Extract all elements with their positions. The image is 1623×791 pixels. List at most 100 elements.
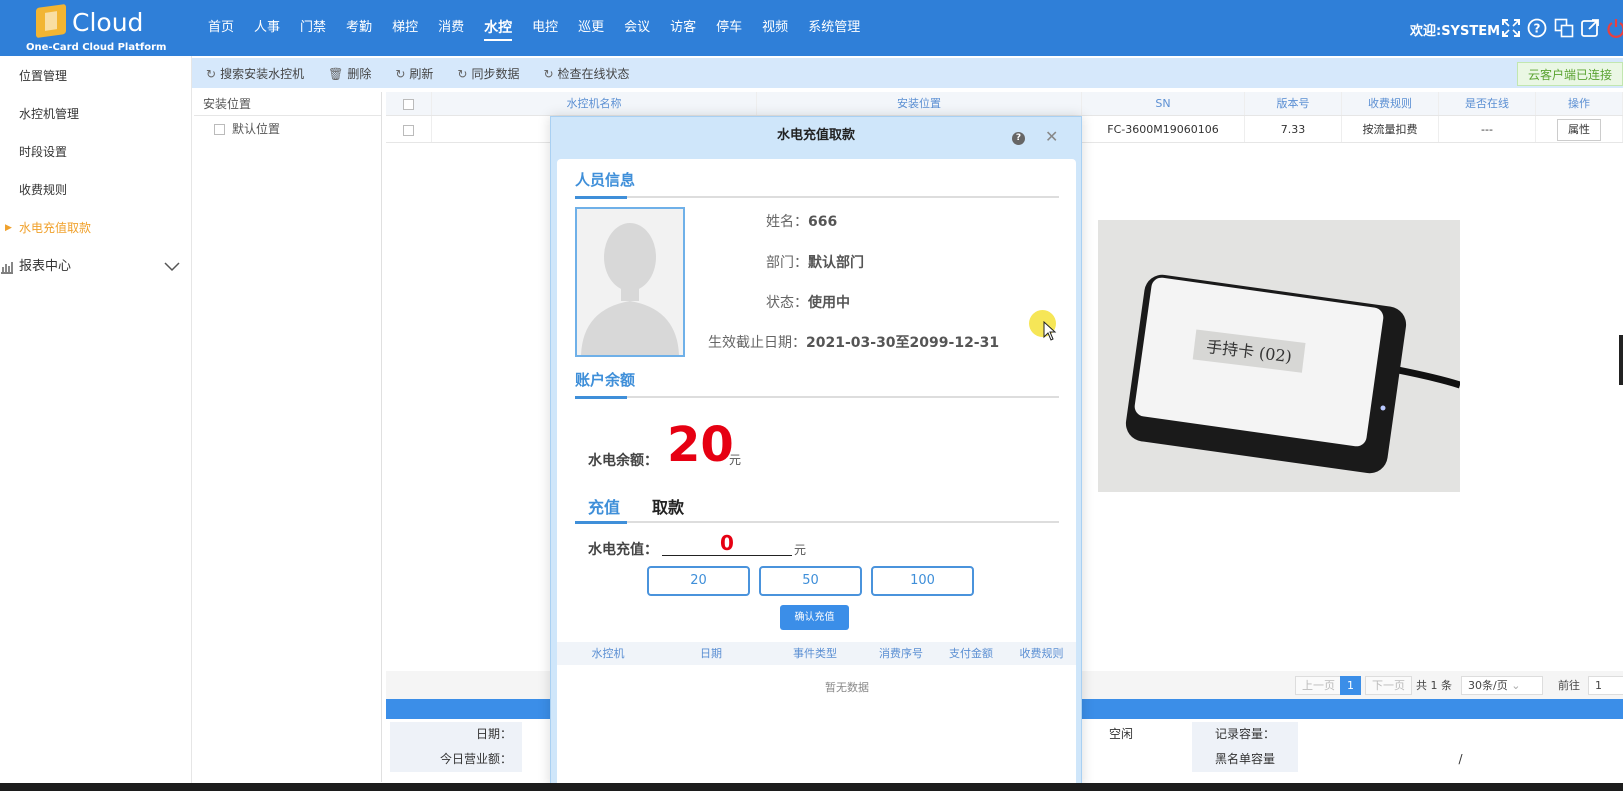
prev-page-button[interactable]: 上一页 bbox=[1295, 676, 1342, 695]
col-controller: 水控机 bbox=[591, 647, 625, 660]
nav-meeting[interactable]: 会议 bbox=[614, 0, 660, 56]
check-online-button[interactable]: ↻ 检查在线状态 bbox=[543, 65, 629, 82]
balance-label: 水电余额： bbox=[588, 453, 658, 469]
goto-label: 前往 bbox=[1558, 679, 1580, 692]
nav-system[interactable]: 系统管理 bbox=[798, 0, 870, 56]
nav-access[interactable]: 门禁 bbox=[290, 0, 336, 56]
table-header: 水控机名称 安装位置 SN 版本号 收费规则 是否在线 操作 bbox=[386, 92, 1623, 116]
page-1-button[interactable]: 1 bbox=[1340, 676, 1361, 695]
next-page-button[interactable]: 下一页 bbox=[1365, 676, 1412, 695]
cell-sn: FC-3600M19060106 bbox=[1082, 116, 1245, 142]
status-value: 使用中 bbox=[808, 295, 850, 311]
sidebar-item-water-controller[interactable]: 水控机管理 bbox=[0, 95, 191, 133]
nav-attendance[interactable]: 考勤 bbox=[336, 0, 382, 56]
recharge-unit: 元 bbox=[794, 543, 807, 557]
name-value: 666 bbox=[808, 214, 838, 230]
recharge-amount-input[interactable] bbox=[662, 531, 792, 556]
row-checkbox[interactable] bbox=[403, 124, 414, 136]
name-label: 姓名： bbox=[766, 214, 808, 230]
row-select-cell bbox=[386, 116, 432, 142]
page-size-value: 30条/页 bbox=[1468, 679, 1508, 692]
dialog-body: 人员信息 姓名：666 部门：默认部门 状态：使用中 生效截止日期：2021-0… bbox=[557, 159, 1076, 789]
toolbar: ↻ 搜索安装水控机 🗑 删除 ↻ 刷新 ↻ 同步数据 ↻ 检查在线状态 bbox=[192, 58, 1623, 88]
brand-tagline: One-Card Cloud Platform bbox=[26, 42, 167, 53]
refresh-icon: ↻ bbox=[395, 66, 406, 81]
col-online: 是否在线 bbox=[1439, 92, 1536, 115]
nav-patrol[interactable]: 巡更 bbox=[568, 0, 614, 56]
nav-water-control[interactable]: 水控 bbox=[474, 0, 522, 56]
chevron-down-icon: ⌄ bbox=[1511, 679, 1521, 692]
refresh-button[interactable]: ↻ 刷新 bbox=[395, 65, 433, 82]
nav-personnel[interactable]: 人事 bbox=[244, 0, 290, 56]
nav-visitor[interactable]: 访客 bbox=[660, 0, 706, 56]
sync-button[interactable]: ↻ 同步数据 bbox=[457, 65, 519, 82]
tab-withdraw[interactable]: 取款 bbox=[652, 494, 684, 518]
language-icon[interactable] bbox=[1554, 18, 1574, 38]
nav-consumption[interactable]: 消费 bbox=[428, 0, 474, 56]
goto-page-input[interactable]: 1 bbox=[1588, 676, 1623, 695]
select-all-cell bbox=[386, 92, 432, 115]
amount-50-button[interactable]: 50 bbox=[759, 566, 862, 596]
col-fee-rule: 收费规则 bbox=[1342, 92, 1439, 115]
page-size-select[interactable]: 30条/页 ⌄ bbox=[1461, 676, 1543, 695]
sidebar-group-reports[interactable]: 报表中心 bbox=[0, 247, 191, 287]
bottom-strip bbox=[0, 783, 1623, 791]
cell-version: 7.33 bbox=[1245, 116, 1342, 142]
section-divider bbox=[575, 196, 1059, 199]
logo[interactable]: Cloud One-Card Cloud Platform bbox=[24, 3, 167, 54]
cell-fee-rule: 按流量扣费 bbox=[1342, 116, 1439, 142]
location-tree: 安装位置 默认位置 bbox=[194, 92, 382, 782]
sidebar-item-fee-rule[interactable]: 收费规则 bbox=[0, 171, 191, 209]
validity-label: 生效截止日期： bbox=[708, 335, 806, 351]
welcome-user: 欢迎:SYSTEM bbox=[1410, 24, 1501, 39]
dept-row: 部门：默认部门 bbox=[766, 252, 864, 272]
tree-node-checkbox[interactable] bbox=[214, 124, 225, 135]
check-online-label: 检查在线状态 bbox=[557, 66, 630, 81]
tab-divider bbox=[575, 521, 1059, 524]
col-location: 安装位置 bbox=[757, 92, 1082, 115]
refresh-icon: ↻ bbox=[206, 66, 217, 81]
cloud-status-badge: 云客户端已连接 bbox=[1517, 62, 1623, 86]
amount-100-button[interactable]: 100 bbox=[871, 566, 974, 596]
nav-elevator[interactable]: 梯控 bbox=[382, 0, 428, 56]
nav-power-control[interactable]: 电控 bbox=[522, 0, 568, 56]
blacklist-capacity-value: / bbox=[1298, 747, 1623, 772]
record-capacity-value bbox=[1298, 722, 1623, 747]
section-divider bbox=[575, 396, 1059, 399]
sidebar-item-timeslot[interactable]: 时段设置 bbox=[0, 133, 191, 171]
dept-label: 部门： bbox=[766, 255, 808, 271]
sidebar-item-recharge[interactable]: 水电充值取款 bbox=[0, 209, 191, 247]
nav-parking[interactable]: 停车 bbox=[706, 0, 752, 56]
amount-20-button[interactable]: 20 bbox=[647, 566, 750, 596]
chevron-down-icon bbox=[164, 262, 180, 272]
mouse-pointer-icon bbox=[1043, 321, 1057, 341]
svg-text:?: ? bbox=[1534, 22, 1541, 36]
nav-video[interactable]: 视频 bbox=[752, 0, 798, 56]
nav-home[interactable]: 首页 bbox=[198, 0, 244, 56]
delete-button[interactable]: 🗑 删除 bbox=[328, 65, 371, 82]
card-reader-photo: 手持卡 (02) bbox=[1098, 220, 1460, 492]
power-icon[interactable] bbox=[1606, 18, 1623, 38]
balance-unit: 元 bbox=[729, 453, 742, 467]
delete-label: 删除 bbox=[347, 66, 372, 81]
search-install-button[interactable]: ↻ 搜索安装水控机 bbox=[206, 65, 304, 82]
sidebar-item-location[interactable]: 位置管理 bbox=[0, 57, 191, 95]
col-version: 版本号 bbox=[1245, 92, 1342, 115]
person-photo bbox=[575, 207, 685, 357]
external-link-icon[interactable] bbox=[1580, 18, 1600, 38]
help-icon[interactable]: ? bbox=[1527, 18, 1547, 38]
properties-button[interactable]: 属性 bbox=[1557, 119, 1601, 141]
trash-icon: 🗑 bbox=[328, 66, 344, 81]
tab-recharge[interactable]: 充值 bbox=[588, 494, 620, 518]
record-capacity-label: 记录容量： bbox=[1192, 722, 1298, 747]
fullscreen-icon[interactable] bbox=[1501, 18, 1521, 38]
refresh-label: 刷新 bbox=[409, 66, 434, 81]
confirm-recharge-button[interactable]: 确认充值 bbox=[780, 605, 849, 630]
select-all-checkbox[interactable] bbox=[403, 98, 414, 110]
help-icon[interactable]: ? bbox=[1012, 132, 1025, 145]
col-pay-amount: 支付金额 bbox=[949, 647, 993, 660]
tree-node-default[interactable]: 默认位置 bbox=[194, 119, 381, 139]
blacklist-capacity-label: 黑名单容量 bbox=[1192, 747, 1298, 772]
balance-value: 20 bbox=[667, 417, 734, 473]
close-icon[interactable]: ✕ bbox=[1045, 127, 1058, 146]
